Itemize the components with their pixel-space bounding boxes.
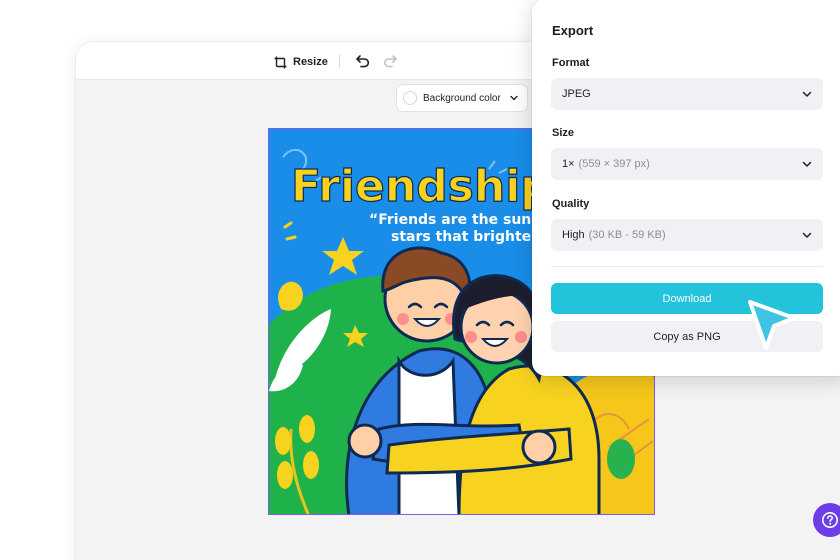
help-button[interactable] <box>813 503 840 537</box>
quality-value: High <box>562 229 585 241</box>
redo-icon[interactable] <box>381 52 399 70</box>
size-select[interactable]: 1× (559 × 397 px) <box>551 148 823 180</box>
format-value: JPEG <box>562 88 591 100</box>
size-detail: (559 × 397 px) <box>578 158 650 170</box>
chevron-down-icon <box>801 229 813 241</box>
chevron-down-icon <box>510 95 518 101</box>
artwork-title: Friendship <box>291 161 552 212</box>
undo-icon[interactable] <box>354 52 372 70</box>
format-label: Format <box>552 57 590 69</box>
background-color-button[interactable]: Background color <box>396 84 528 112</box>
help-icon <box>822 512 838 528</box>
size-value: 1× <box>562 158 575 170</box>
artwork-quote-line-1: “Friends are the sunsh <box>369 212 550 228</box>
resize-icon <box>274 56 287 68</box>
quality-label: Quality <box>552 198 590 210</box>
export-title: Export <box>552 23 594 38</box>
resize-button[interactable]: Resize <box>274 51 328 73</box>
size-label: Size <box>552 127 575 139</box>
artwork-quote-line-2: stars that brighten <box>391 229 541 245</box>
quality-detail: (30 KB - 59 KB) <box>588 229 666 241</box>
chevron-down-icon <box>801 88 813 100</box>
panel-divider <box>551 266 823 267</box>
chevron-down-icon <box>801 158 813 170</box>
quality-select[interactable]: High (30 KB - 59 KB) <box>551 219 823 251</box>
resize-label: Resize <box>293 56 328 68</box>
color-swatch-icon <box>403 91 417 105</box>
background-color-label: Background color <box>423 92 501 104</box>
toolbar-divider <box>339 54 340 68</box>
mouse-pointer-icon <box>748 300 796 350</box>
format-select[interactable]: JPEG <box>551 78 823 110</box>
